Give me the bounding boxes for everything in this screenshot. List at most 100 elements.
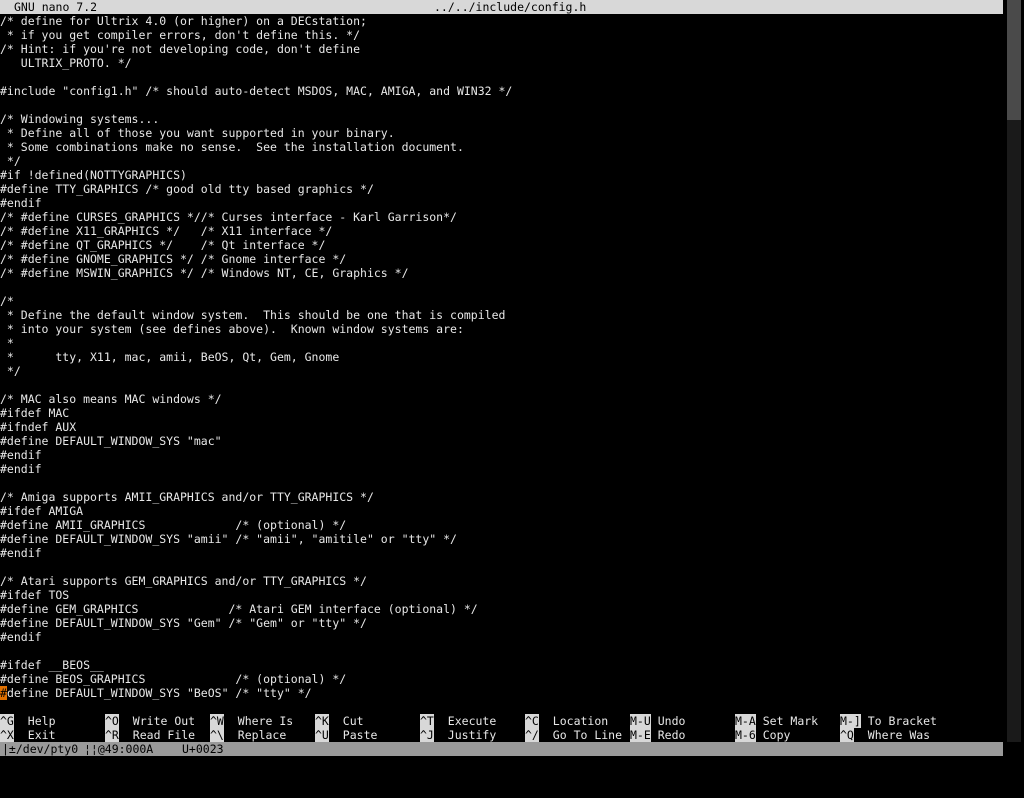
shortcut-read-file[interactable]: ^R Read File (105, 728, 195, 742)
shortcut-go-to-line[interactable]: ^/ Go To Line (525, 728, 622, 742)
code-line[interactable] (0, 70, 1003, 84)
code-line[interactable] (0, 644, 1003, 658)
code-line[interactable]: #ifdef __BEOS__ (0, 658, 1003, 672)
code-line[interactable]: #define DEFAULT_WINDOW_SYS "mac" (0, 434, 1003, 448)
code-line[interactable]: #include "config1.h" /* should auto-dete… (0, 84, 1003, 98)
code-line[interactable]: #if !defined(NOTTYGRAPHICS) (0, 168, 1003, 182)
code-line[interactable]: /* define for Ultrix 4.0 (or higher) on … (0, 14, 1003, 28)
code-line[interactable]: #ifdef TOS (0, 588, 1003, 602)
vertical-scrollbar[interactable] (1003, 0, 1024, 768)
code-line-text: define DEFAULT_WINDOW_SYS "BeOS" /* "tty… (6, 686, 312, 700)
code-line[interactable] (0, 280, 1003, 294)
code-line[interactable]: /* #define MSWIN_GRAPHICS */ /* Windows … (0, 266, 1003, 280)
code-line[interactable]: #define BEOS_GRAPHICS /* (optional) */ (0, 672, 1003, 686)
code-line[interactable]: #define AMII_GRAPHICS /* (optional) */ (0, 518, 1003, 532)
code-line[interactable]: #endif (0, 546, 1003, 560)
shortcut-redo[interactable]: M-E Redo (630, 728, 685, 742)
shortcut-key: M-E (630, 728, 651, 742)
shortcut-key: ^K (315, 714, 329, 728)
shortcut-key: ^W (210, 714, 224, 728)
shortcut-key: M-A (735, 714, 756, 728)
code-line[interactable] (0, 98, 1003, 112)
shortcut-key: ^J (420, 728, 434, 742)
shortcut-key: ^\ (210, 728, 224, 742)
shortcut-label: Paste (342, 728, 378, 742)
code-line[interactable] (0, 378, 1003, 392)
shortcut-label: Copy (762, 728, 791, 742)
shortcut-key: ^/ (525, 728, 539, 742)
shortcut-where-is[interactable]: ^W Where Is (210, 714, 293, 728)
code-line[interactable]: /* Hint: if you're not developing code, … (0, 42, 1003, 56)
code-line[interactable]: ULTRIX_PROTO. */ (0, 56, 1003, 70)
shortcut-cut[interactable]: ^K Cut (315, 714, 364, 728)
code-line[interactable]: #endif (0, 448, 1003, 462)
shortcut-to-bracket[interactable]: M-] To Bracket (840, 714, 937, 728)
shortcut-set-mark[interactable]: M-A Set Mark (735, 714, 818, 728)
scrollbar-thumb[interactable] (1007, 0, 1021, 120)
code-line[interactable]: #endif (0, 630, 1003, 644)
code-line[interactable]: * Define all of those you want supported… (0, 126, 1003, 140)
shortcut-copy[interactable]: M-6 Copy (735, 728, 790, 742)
shortcut-label: Write Out (132, 714, 196, 728)
code-line[interactable]: * Some combinations make no sense. See t… (0, 140, 1003, 154)
code-line[interactable]: /* MAC also means MAC windows */ (0, 392, 1003, 406)
shortcut-key: ^T (420, 714, 434, 728)
code-line[interactable]: */ (0, 364, 1003, 378)
code-line[interactable]: */ (0, 154, 1003, 168)
code-line[interactable]: #ifdef AMIGA (0, 504, 1003, 518)
shortcut-key: ^R (105, 728, 119, 742)
code-line[interactable]: #define DEFAULT_WINDOW_SYS "Gem" /* "Gem… (0, 616, 1003, 630)
code-line[interactable]: /* Atari supports GEM_GRAPHICS and/or TT… (0, 574, 1003, 588)
shortcut-execute[interactable]: ^T Execute (420, 714, 496, 728)
code-line[interactable]: /* #define X11_GRAPHICS */ /* X11 interf… (0, 224, 1003, 238)
code-line[interactable]: #ifndef AUX (0, 420, 1003, 434)
shortcut-label: Location (552, 714, 609, 728)
shortcut-key: ^U (315, 728, 329, 742)
code-line[interactable]: * tty, X11, mac, amii, BeOS, Qt, Gem, Gn… (0, 350, 1003, 364)
editor-area[interactable]: /* define for Ultrix 4.0 (or higher) on … (0, 14, 1003, 714)
shortcut-label: Where Was (867, 728, 931, 742)
code-line[interactable]: /* (0, 294, 1003, 308)
shortcut-help[interactable]: ^G Help (0, 714, 56, 728)
shortcut-key: ^O (105, 714, 119, 728)
code-line[interactable]: /* #define GNOME_GRAPHICS */ /* Gnome in… (0, 252, 1003, 266)
bottom-fill (0, 756, 1024, 768)
code-line[interactable] (0, 476, 1003, 490)
shortcut-undo[interactable]: M-U Undo (630, 714, 685, 728)
shortcut-paste[interactable]: ^U Paste (315, 728, 377, 742)
code-line[interactable]: /* #define CURSES_GRAPHICS *//* Curses i… (0, 210, 1003, 224)
shortcut-label: Execute (447, 714, 497, 728)
code-line[interactable]: #define GEM_GRAPHICS /* Atari GEM interf… (0, 602, 1003, 616)
code-line[interactable]: * into your system (see defines above). … (0, 322, 1003, 336)
code-line[interactable]: #ifdef MAC (0, 406, 1003, 420)
code-line[interactable]: /* Amiga supports AMII_GRAPHICS and/or T… (0, 490, 1003, 504)
code-line[interactable]: /* Windowing systems... (0, 112, 1003, 126)
shortcut-label: Undo (657, 714, 686, 728)
shortcut-key: M-U (630, 714, 651, 728)
shortcut-key: M-] (840, 714, 861, 728)
shortcut-label: Redo (657, 728, 686, 742)
shortcut-exit[interactable]: ^X Exit (0, 728, 56, 742)
shortcut-location[interactable]: ^C Location (525, 714, 608, 728)
shortcut-label: Where Is (237, 714, 294, 728)
code-line[interactable]: #define TTY_GRAPHICS /* good old tty bas… (0, 182, 1003, 196)
code-line-current[interactable]: #define DEFAULT_WINDOW_SYS "BeOS" /* "tt… (0, 686, 1003, 700)
title-bar: GNU nano 7.2 ../../include/config.h (0, 0, 1003, 14)
code-line[interactable]: #endif (0, 462, 1003, 476)
code-line[interactable]: #endif (0, 196, 1003, 210)
code-line[interactable]: * if you get compiler errors, don't defi… (0, 28, 1003, 42)
shortcut-key: ^Q (840, 728, 854, 742)
file-path: ../../include/config.h (434, 0, 587, 14)
code-line[interactable]: /* #define QT_GRAPHICS */ /* Qt interfac… (0, 238, 1003, 252)
text-cursor: # (0, 686, 7, 700)
code-line[interactable]: #define DEFAULT_WINDOW_SYS "amii" /* "am… (0, 532, 1003, 546)
codepoint-indicator: U+0023 (182, 742, 224, 756)
shortcut-justify[interactable]: ^J Justify (420, 728, 496, 742)
shortcut-where-was[interactable]: ^Q Where Was (840, 728, 930, 742)
shortcut-write-out[interactable]: ^O Write Out (105, 714, 195, 728)
code-line[interactable] (0, 560, 1003, 574)
code-line[interactable]: * (0, 336, 1003, 350)
code-line[interactable]: * Define the default window system. This… (0, 308, 1003, 322)
shortcut-key: ^X (0, 728, 14, 742)
shortcut-replace[interactable]: ^\ Replace (210, 728, 286, 742)
